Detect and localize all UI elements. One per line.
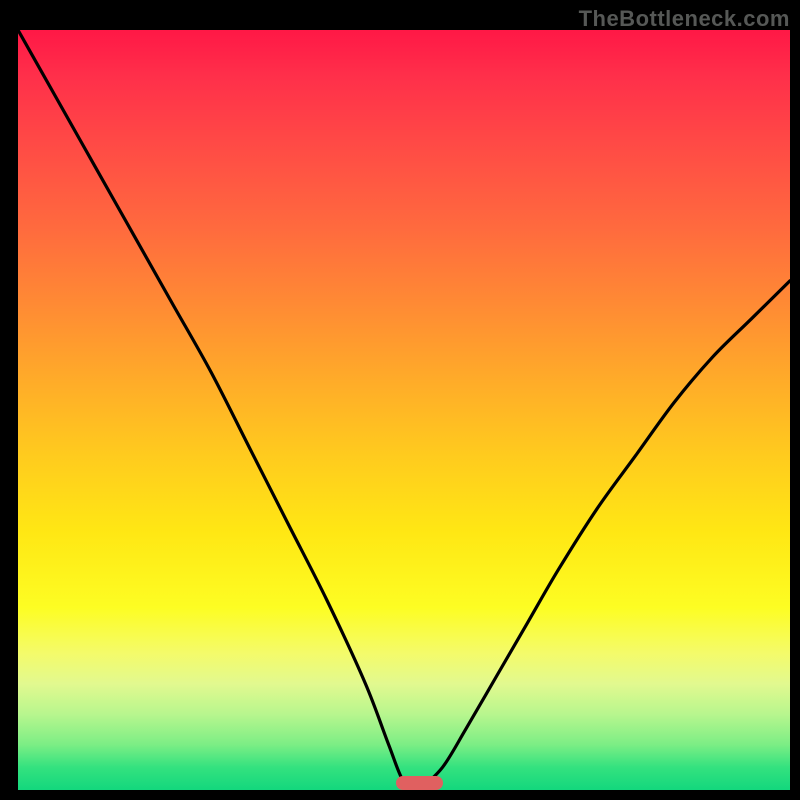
right-curve-path bbox=[419, 281, 790, 790]
curves-svg bbox=[18, 30, 790, 790]
watermark-text: TheBottleneck.com bbox=[579, 6, 790, 32]
plot-area bbox=[18, 30, 790, 790]
stage: TheBottleneck.com bbox=[0, 0, 800, 800]
left-curve-path bbox=[18, 30, 419, 790]
bottleneck-marker bbox=[396, 776, 442, 790]
